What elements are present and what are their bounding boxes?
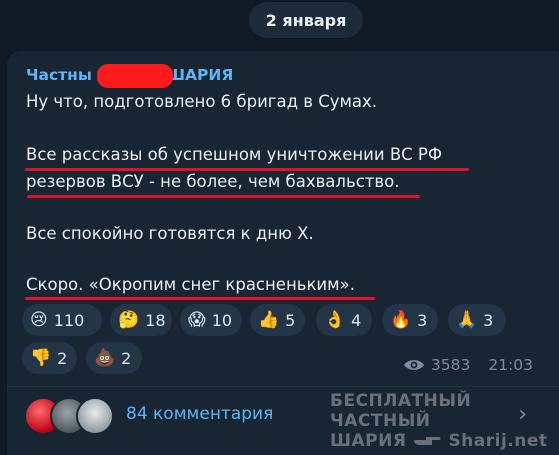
reaction-emoji: 👌	[324, 309, 346, 330]
highlight-underline	[25, 297, 375, 300]
reaction-count: 10	[211, 310, 233, 330]
reaction-chip[interactable]: 👌 4	[316, 304, 372, 336]
pointing-hand-icon	[412, 431, 442, 453]
eye-icon	[403, 358, 425, 372]
reaction-chip[interactable]: 👎 2	[22, 342, 77, 374]
message-line-4: Все спокойно готовятся к дню Х.	[26, 224, 314, 243]
reaction-chip[interactable]: 🔥 3	[382, 304, 438, 336]
commenter-avatars[interactable]	[24, 397, 114, 435]
reaction-emoji: 🤔	[118, 309, 140, 330]
view-count: 3583	[430, 356, 471, 374]
reaction-count: 2	[57, 348, 68, 368]
reaction-chip[interactable]: 😢 110	[22, 304, 102, 336]
message-line-2: Все рассказы об успешном уничтожении ВС …	[26, 145, 443, 164]
reaction-emoji: 😢	[30, 309, 48, 330]
watermark-line2: ШАРИЯ Sharij.net	[330, 431, 550, 453]
watermark-site: Sharij.net	[448, 431, 548, 452]
reaction-count: 4	[351, 310, 362, 330]
message-line-1: Ну что, подготовлено 6 бригад в Сумах.	[26, 92, 378, 111]
reaction-chip[interactable]: 🙏 3	[448, 304, 506, 336]
author-prefix: Частны	[26, 66, 92, 84]
reaction-emoji: 👍	[258, 309, 280, 330]
avatar	[76, 397, 114, 435]
highlight-underline	[25, 168, 469, 171]
comments-link[interactable]: 84 комментария	[126, 404, 273, 424]
watermark: БЕСПЛАТНЫЙ ЧАСТНЫЙ ШАРИЯ Sharij.net	[330, 391, 550, 453]
reaction-emoji: 🙏	[456, 309, 478, 330]
message-meta: 3583 21:03	[403, 356, 533, 374]
reaction-count: 2	[121, 348, 132, 368]
reaction-count: 5	[285, 310, 296, 330]
date-separator: 2 января	[249, 2, 363, 38]
message-line-5: Скоро. «Окропим снег красненьким».	[26, 275, 355, 294]
reaction-emoji: 🔥	[390, 309, 412, 330]
author-suffix: ШАРИЯ	[165, 66, 234, 84]
watermark-line1: БЕСПЛАТНЫЙ ЧАСТНЫЙ	[330, 391, 472, 431]
reaction-chip[interactable]: 🤔 18	[110, 304, 172, 336]
reaction-emoji: 💩	[94, 347, 116, 368]
reaction-chip[interactable]: 😱 10	[180, 304, 242, 336]
censor-mark	[97, 64, 173, 88]
reaction-count: 3	[417, 310, 428, 330]
reaction-chip[interactable]: 👍 5	[250, 304, 305, 336]
reaction-count: 3	[483, 310, 494, 330]
watermark-word: ШАРИЯ	[330, 431, 407, 452]
message-time: 21:03	[488, 356, 533, 374]
reaction-count: 110	[53, 310, 85, 330]
reaction-emoji: 😱	[188, 309, 206, 330]
chevron-right-icon[interactable]: ›	[518, 402, 527, 427]
reaction-count: 18	[145, 310, 166, 330]
message-line-3: резервов ВСУ - не более, чем бахвальство…	[26, 172, 400, 191]
comments-divider	[7, 386, 559, 387]
reaction-emoji: 👎	[30, 347, 52, 368]
reaction-chip[interactable]: 💩 2	[86, 342, 142, 374]
highlight-underline	[27, 195, 420, 198]
